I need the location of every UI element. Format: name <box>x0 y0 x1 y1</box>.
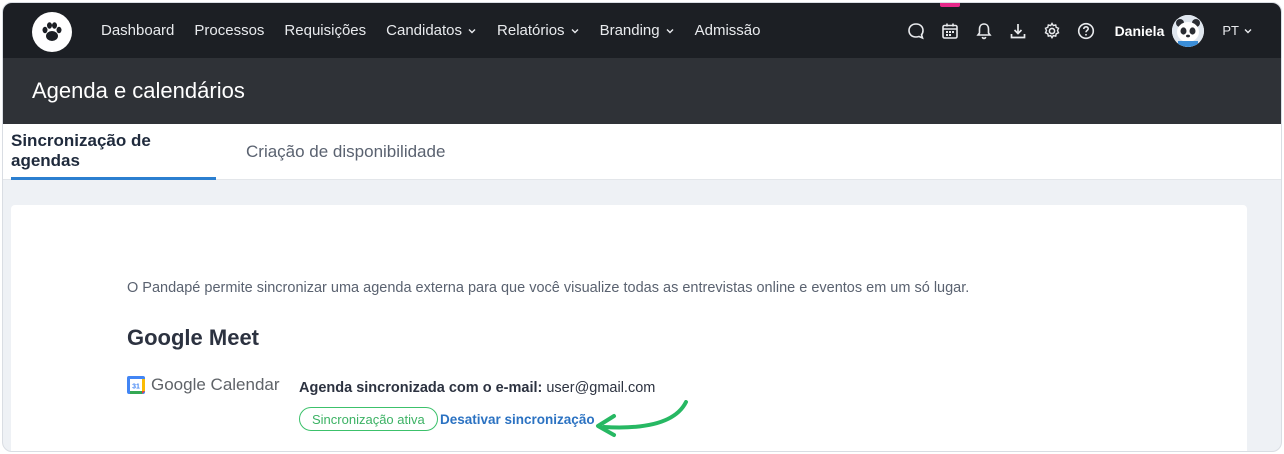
nav-label: Admissão <box>694 22 761 39</box>
chat-icon <box>907 22 924 39</box>
gear-icon <box>1044 21 1060 39</box>
active-marker <box>939 3 960 7</box>
chevron-down-icon <box>666 28 674 33</box>
nav-tools: Daniela PT <box>899 3 1253 58</box>
notifications-button[interactable] <box>967 3 1001 58</box>
main-menu: Dashboard Processos Requisições Candidat… <box>91 3 770 58</box>
green-arrow-annotation <box>596 400 688 437</box>
chevron-down-icon <box>571 28 579 33</box>
language-selector[interactable]: PT <box>1222 23 1253 38</box>
chat-button[interactable] <box>899 3 933 58</box>
intro-text: O Pandapé permite sincronizar uma agenda… <box>127 280 970 296</box>
nav-label: Candidatos <box>386 22 463 39</box>
nav-label: Branding <box>599 22 660 39</box>
help-button[interactable] <box>1069 3 1103 58</box>
google-calendar-logo: 31 Google Calendar <box>127 375 280 395</box>
calendar-button[interactable] <box>933 3 967 58</box>
nav-admissao[interactable]: Admissão <box>685 3 771 58</box>
calendar-icon <box>941 23 958 39</box>
nav-dashboard[interactable]: Dashboard <box>91 3 184 58</box>
panda-avatar-icon <box>1172 14 1205 47</box>
help-icon <box>1077 22 1094 39</box>
tab-bar: Sincronização de agendas Criação de disp… <box>3 124 1281 180</box>
nav-processos[interactable]: Processos <box>184 3 274 58</box>
google-calendar-icon: 31 <box>127 376 145 394</box>
nav-requisicoes[interactable]: Requisições <box>274 3 376 58</box>
sync-label: Agenda sincronizada com o e-mail: <box>299 380 543 396</box>
paw-logo-icon[interactable] <box>32 12 72 52</box>
nav-relatorios[interactable]: Relatórios <box>487 3 590 58</box>
tab-disponibilidade[interactable]: Criação de disponibilidade <box>246 124 445 180</box>
top-navbar: Dashboard Processos Requisições Candidat… <box>3 3 1281 58</box>
sync-card: O Pandapé permite sincronizar uma agenda… <box>11 205 1247 451</box>
chevron-down-icon <box>468 28 476 33</box>
settings-button[interactable] <box>1035 3 1069 58</box>
chevron-down-icon <box>1244 28 1252 33</box>
user-name[interactable]: Daniela <box>1115 23 1165 39</box>
nav-candidatos[interactable]: Candidatos <box>376 3 487 58</box>
page-title: Agenda e calendários <box>32 78 245 103</box>
bell-icon <box>975 22 992 39</box>
app-window: Dashboard Processos Requisições Candidat… <box>2 2 1282 452</box>
nav-label: Dashboard <box>101 22 175 39</box>
download-button[interactable] <box>1001 3 1035 58</box>
section-title: Google Meet <box>127 325 260 350</box>
nav-label: Relatórios <box>497 22 565 39</box>
synced-email: user@gmail.com <box>546 380 656 396</box>
calendar-day: 31 <box>132 383 140 390</box>
nav-label: Processos <box>194 22 265 39</box>
page-header: Agenda e calendários <box>3 58 1281 124</box>
nav-label: Requisições <box>284 22 367 39</box>
download-icon <box>1010 23 1025 38</box>
nav-branding[interactable]: Branding <box>590 3 685 58</box>
google-calendar-label: Google Calendar <box>151 375 280 394</box>
tab-sincronizacao[interactable]: Sincronização de agendas <box>11 124 216 180</box>
language-label: PT <box>1222 23 1239 38</box>
avatar[interactable] <box>1172 14 1205 47</box>
status-badge: Sincronização ativa <box>299 407 438 431</box>
sync-info: Agenda sincronizada com o e-mail: user@g… <box>299 380 655 396</box>
deactivate-sync-link[interactable]: Desativar sincronização <box>440 412 595 427</box>
